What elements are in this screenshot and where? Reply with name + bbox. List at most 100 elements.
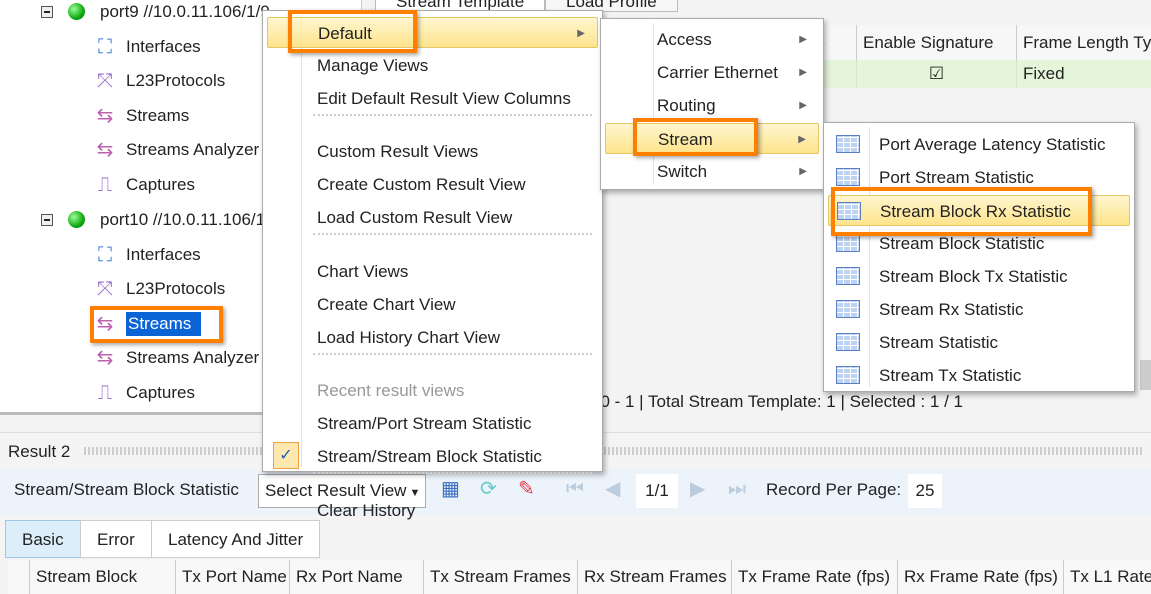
collapse-icon[interactable]	[41, 6, 53, 18]
menu-item-label: Stream Block Tx Statistic	[879, 267, 1068, 286]
checkmark-icon: ✓	[273, 442, 299, 470]
callout-streams	[90, 306, 223, 343]
enable-signature-checkbox[interactable]: ☑	[857, 60, 1017, 88]
menu-item-label: Routing	[657, 96, 716, 115]
menu-item-stream-statistic[interactable]: Stream Statistic	[828, 327, 1130, 358]
record-per-page-label: Record Per Page:	[766, 480, 902, 499]
tree-item-label: Captures	[126, 174, 195, 194]
callout-stream-block-rx	[831, 187, 1092, 236]
current-view-label: Stream/Stream Block Statistic	[14, 480, 239, 499]
menu-separator	[313, 233, 592, 236]
menu-item-load-custom-result-view[interactable]: Load Custom Result View	[267, 202, 598, 233]
table-icon	[836, 168, 860, 186]
column-header-tx-frame-rate-fps[interactable]: Tx Frame Rate (fps)	[732, 560, 898, 594]
next-page-icon[interactable]: ▶	[690, 474, 705, 504]
menu-item-label: Stream Rx Statistic	[879, 300, 1024, 319]
menu-item-custom-result-views[interactable]: Custom Result Views	[267, 136, 598, 167]
column-header-enable-signature[interactable]: Enable Signature	[857, 25, 1017, 60]
menu-item-label: Access	[657, 30, 712, 49]
port-label: port10 //10.0.11.106/1/10	[100, 210, 289, 229]
menu-item-label: Clear History	[317, 500, 416, 520]
last-page-icon[interactable]: ⏭	[728, 474, 746, 504]
menu-item-stream-port-stream-statistic[interactable]: Stream/Port Stream Statistic	[267, 408, 598, 439]
menu-item-label: Stream Statistic	[879, 333, 999, 352]
menu-item-clear-history[interactable]: Clear History	[267, 495, 598, 526]
tree-item-label: Captures	[126, 382, 195, 402]
menu-item-label: Create Chart View	[317, 294, 456, 314]
prev-page-icon[interactable]: ◀	[605, 474, 620, 504]
drag-grip[interactable]	[84, 447, 1144, 455]
tab-error[interactable]: Error	[80, 520, 152, 558]
column-header-tx-stream-frames[interactable]: Tx Stream Frames	[424, 560, 578, 594]
submenu-arrow-icon: ▶	[799, 34, 807, 45]
collapse-icon[interactable]	[41, 214, 53, 226]
submenu-arrow-icon: ▶	[798, 134, 806, 145]
column-header-rx-stream-frames[interactable]: Rx Stream Frames	[578, 560, 732, 594]
column-header-frame-length-type[interactable]: Frame Length Type	[1017, 25, 1151, 60]
table-icon	[836, 234, 860, 252]
menu-item-stream-block-tx-statistic[interactable]: Stream Block Tx Statistic	[828, 261, 1130, 292]
menu-item-switch[interactable]: Switch ▶	[605, 156, 819, 187]
streams-icon: ⇆	[96, 104, 114, 127]
page-indicator[interactable]: 1/1	[636, 474, 678, 508]
callout-default	[288, 10, 417, 53]
menu-item-access[interactable]: Access ▶	[605, 24, 819, 55]
submenu-arrow-icon: ▶	[799, 100, 807, 111]
port-label: port9 //10.0.11.106/1/9	[100, 2, 270, 21]
scrollbar[interactable]	[1140, 360, 1151, 390]
stream-submenu: Port Average Latency Statistic Port Strea…	[823, 122, 1135, 392]
menu-item-label: Stream/Stream Block Statistic	[317, 447, 542, 467]
interfaces-icon: ⛶	[98, 35, 112, 58]
menu-item-label: Carrier Ethernet	[657, 63, 778, 82]
menu-item-label: Load Custom Result View	[317, 208, 513, 228]
column-header-rx-port-name[interactable]: Rx Port Name	[290, 560, 424, 594]
tree-item-label: L23Protocols	[126, 71, 226, 90]
tree-item-label: Streams Analyzer	[126, 348, 260, 367]
protocols-icon: ⤧	[97, 70, 113, 92]
menu-item-create-chart-view[interactable]: Create Chart View	[267, 289, 598, 320]
column-header-rx-frame-rate-fps[interactable]: Rx Frame Rate (fps)	[898, 560, 1064, 594]
menu-item-label: Stream Tx Statistic	[879, 366, 1022, 385]
status-dot-icon	[68, 3, 85, 20]
submenu-arrow-icon: ▶	[577, 28, 585, 39]
tree-item-label: Interfaces	[126, 244, 201, 264]
protocols-icon: ⤧	[97, 278, 113, 300]
status-dot-icon	[68, 211, 85, 228]
menu-item-port-average-latency-statistic[interactable]: Port Average Latency Statistic	[828, 129, 1130, 160]
menu-item-carrier-ethernet[interactable]: Carrier Ethernet ▶	[605, 57, 819, 88]
menu-item-create-custom-result-view[interactable]: Create Custom Result View	[267, 169, 598, 200]
default-submenu: Access ▶ Carrier Ethernet ▶ Routing ▶ Stream ▶ S…	[600, 18, 824, 190]
table-icon	[836, 300, 860, 318]
row-header	[8, 560, 30, 594]
tree-item-label: L23Protocols	[126, 279, 226, 298]
cell-frame-length-type[interactable]: Fixed	[1017, 60, 1151, 88]
menu-item-stream-rx-statistic[interactable]: Stream Rx Statistic	[828, 294, 1130, 325]
callout-stream	[633, 118, 758, 156]
menu-item-routing[interactable]: Routing ▶	[605, 90, 819, 121]
column-header-stream-block[interactable]: Stream Block	[30, 560, 176, 594]
menu-separator	[313, 114, 592, 116]
menu-item-chart-views[interactable]: Chart Views	[267, 256, 598, 287]
menu-item-recent-result-views: Recent result views	[267, 375, 598, 406]
menu-item-manage-views[interactable]: Manage Views	[267, 50, 598, 81]
streams-analyzer-icon: ⇆	[96, 139, 114, 161]
column-header-tx-l1-rate-bps[interactable]: Tx L1 Rate (bps)	[1064, 560, 1151, 594]
table-icon	[836, 135, 860, 153]
tab-basic[interactable]: Basic	[5, 520, 81, 558]
captures-icon: ⎍	[98, 173, 112, 196]
menu-item-stream-stream-block-statistic[interactable]: ✓ Stream/Stream Block Statistic	[267, 441, 598, 472]
record-per-page-input[interactable]: 25	[908, 474, 942, 508]
menu-item-label: Recent result views	[317, 381, 465, 401]
submenu-arrow-icon: ▶	[799, 166, 807, 177]
menu-item-label: Port Average Latency Statistic	[879, 135, 1106, 154]
result-title: Result 2	[8, 442, 71, 461]
menu-item-load-history-chart-view[interactable]: Load History Chart View	[267, 322, 598, 353]
captures-icon: ⎍	[98, 381, 112, 404]
column-header-tx-port-name[interactable]: Tx Port Name	[176, 560, 290, 594]
menu-item-label: Manage Views	[317, 56, 429, 75]
menu-item-label: Load History Chart View	[317, 327, 500, 347]
menu-item-stream-tx-statistic[interactable]: Stream Tx Statistic	[828, 360, 1130, 391]
menu-item-label: Chart Views	[317, 261, 409, 281]
menu-item-edit-default-result-view-columns[interactable]: Edit Default Result View Columns	[267, 83, 598, 114]
table-icon	[836, 333, 860, 351]
